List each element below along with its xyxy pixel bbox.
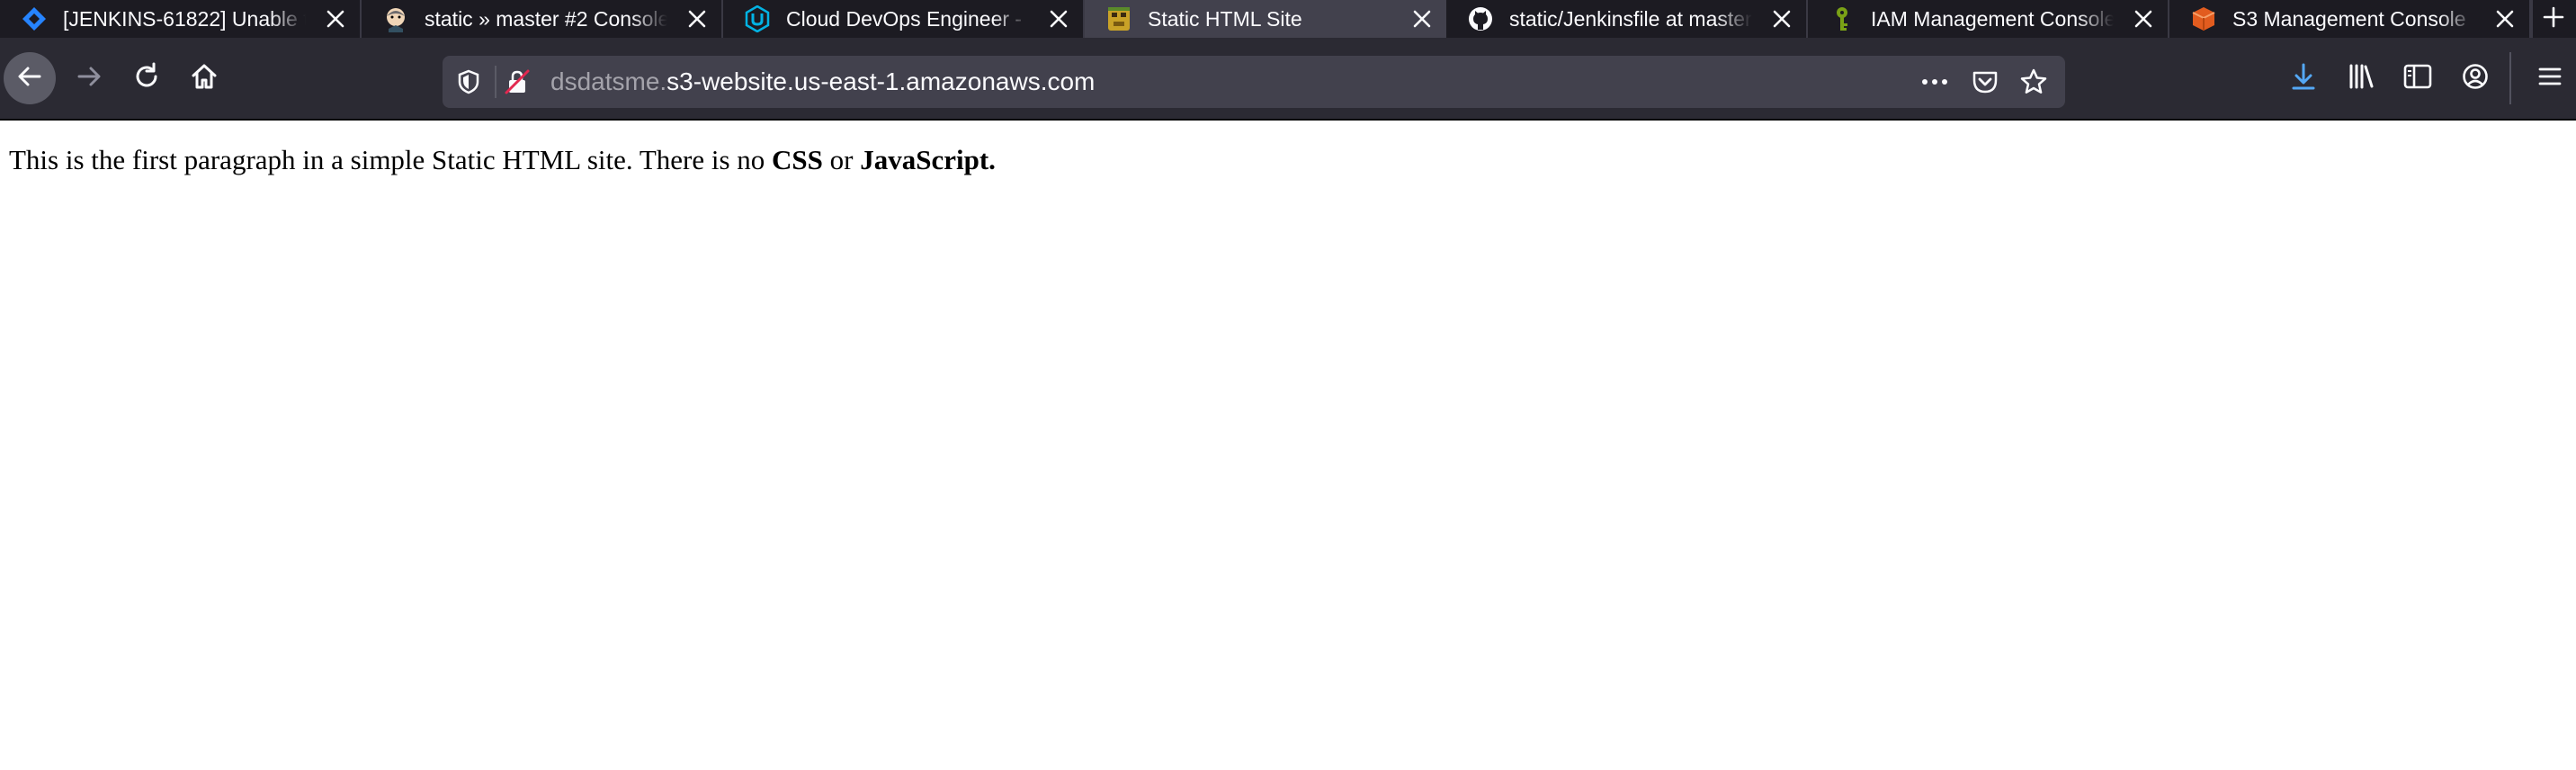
- toolbar-divider: [2509, 52, 2511, 104]
- tab-udacity[interactable]: Cloud DevOps Engineer - Udacity: [723, 0, 1085, 38]
- tab-title: Static HTML Site: [1148, 6, 1302, 31]
- bold-javascript-text: JavaScript.: [860, 144, 996, 175]
- tab-title: [JENKINS-61822] Unable to: [63, 6, 306, 31]
- jenkins-butler-icon: [381, 4, 410, 33]
- paragraph-text: This is the first paragraph in a simple …: [9, 144, 765, 175]
- tab-github-jenkinsfile[interactable]: static/Jenkinsfile at master: [1446, 0, 1808, 38]
- tiki-mask-icon: [1105, 4, 1133, 33]
- page-actions-more-icon[interactable]: [1919, 67, 1950, 97]
- close-tab-icon[interactable]: [1767, 4, 1797, 34]
- tab-title: IAM Management Console: [1871, 6, 2114, 31]
- udacity-logo-icon: [743, 4, 772, 33]
- page-paragraph: This is the first paragraph in a simple …: [9, 144, 996, 176]
- close-tab-icon[interactable]: [320, 4, 351, 34]
- close-tab-icon[interactable]: [2128, 4, 2159, 34]
- github-octocat-icon: [1466, 4, 1495, 33]
- forward-button[interactable]: [63, 52, 115, 104]
- reload-button[interactable]: [121, 52, 173, 104]
- tab-title: static/Jenkinsfile at master: [1509, 6, 1752, 31]
- tab-title: S3 Management Console: [2232, 6, 2466, 31]
- reload-icon: [132, 62, 161, 95]
- jira-diamond-icon: [20, 4, 49, 33]
- back-arrow-icon: [15, 62, 44, 95]
- tab-title: Cloud DevOps Engineer - Udacity: [786, 6, 1029, 31]
- close-tab-icon[interactable]: [682, 4, 712, 34]
- url-text[interactable]: dsdatsme.s3-website.us-east-1.amazonaws.…: [550, 56, 1095, 108]
- url-subdomain: dsdatsme.: [550, 67, 667, 95]
- close-tab-icon[interactable]: [1407, 4, 1437, 34]
- library-books-icon: [2347, 63, 2375, 94]
- navigation-toolbar: dsdatsme.s3-website.us-east-1.amazonaws.…: [0, 38, 2576, 121]
- tab-strip: [JENKINS-61822] Unable to static » maste…: [0, 0, 2576, 38]
- new-tab-button[interactable]: [2531, 0, 2574, 38]
- download-arrow-icon: [2290, 62, 2317, 95]
- account-button[interactable]: [2453, 56, 2498, 101]
- plus-icon: [2543, 6, 2564, 32]
- url-domain: s3-website.us-east-1.amazonaws.com: [666, 67, 1096, 95]
- bold-css-text: CSS: [772, 144, 823, 175]
- close-tab-icon[interactable]: [2490, 4, 2520, 34]
- account-avatar-icon: [2462, 63, 2489, 94]
- app-menu-button[interactable]: [2527, 56, 2572, 101]
- tracking-protection-shield-icon[interactable]: [453, 67, 484, 97]
- s3-bucket-icon: [2189, 4, 2218, 33]
- pocket-icon[interactable]: [1970, 67, 2000, 97]
- sidebar-icon: [2403, 64, 2432, 94]
- urlbar-divider: [495, 66, 496, 98]
- forward-arrow-icon: [75, 62, 103, 95]
- tab-iam-console[interactable]: IAM Management Console: [1808, 0, 2169, 38]
- home-icon: [190, 62, 219, 95]
- tab-jenkins-console[interactable]: static » master #2 Console: [362, 0, 723, 38]
- tab-jira[interactable]: [JENKINS-61822] Unable to: [0, 0, 362, 38]
- library-button[interactable]: [2339, 56, 2384, 101]
- insecure-connection-lock-icon[interactable]: [502, 67, 532, 97]
- back-button[interactable]: [4, 52, 56, 104]
- home-button[interactable]: [178, 52, 230, 104]
- downloads-button[interactable]: [2281, 56, 2326, 101]
- close-tab-icon[interactable]: [1043, 4, 1074, 34]
- tab-static-html-site[interactable]: Static HTML Site: [1085, 0, 1446, 38]
- connector-text: or: [829, 144, 854, 175]
- hamburger-menu-icon: [2537, 66, 2563, 92]
- address-bar[interactable]: dsdatsme.s3-website.us-east-1.amazonaws.…: [443, 56, 2065, 108]
- sidebar-toggle-button[interactable]: [2395, 56, 2440, 101]
- iam-key-icon: [1828, 4, 1856, 33]
- bookmark-star-icon[interactable]: [2018, 67, 2049, 97]
- tab-title: static » master #2 Console: [425, 6, 667, 31]
- tab-s3-console[interactable]: S3 Management Console: [2169, 0, 2531, 38]
